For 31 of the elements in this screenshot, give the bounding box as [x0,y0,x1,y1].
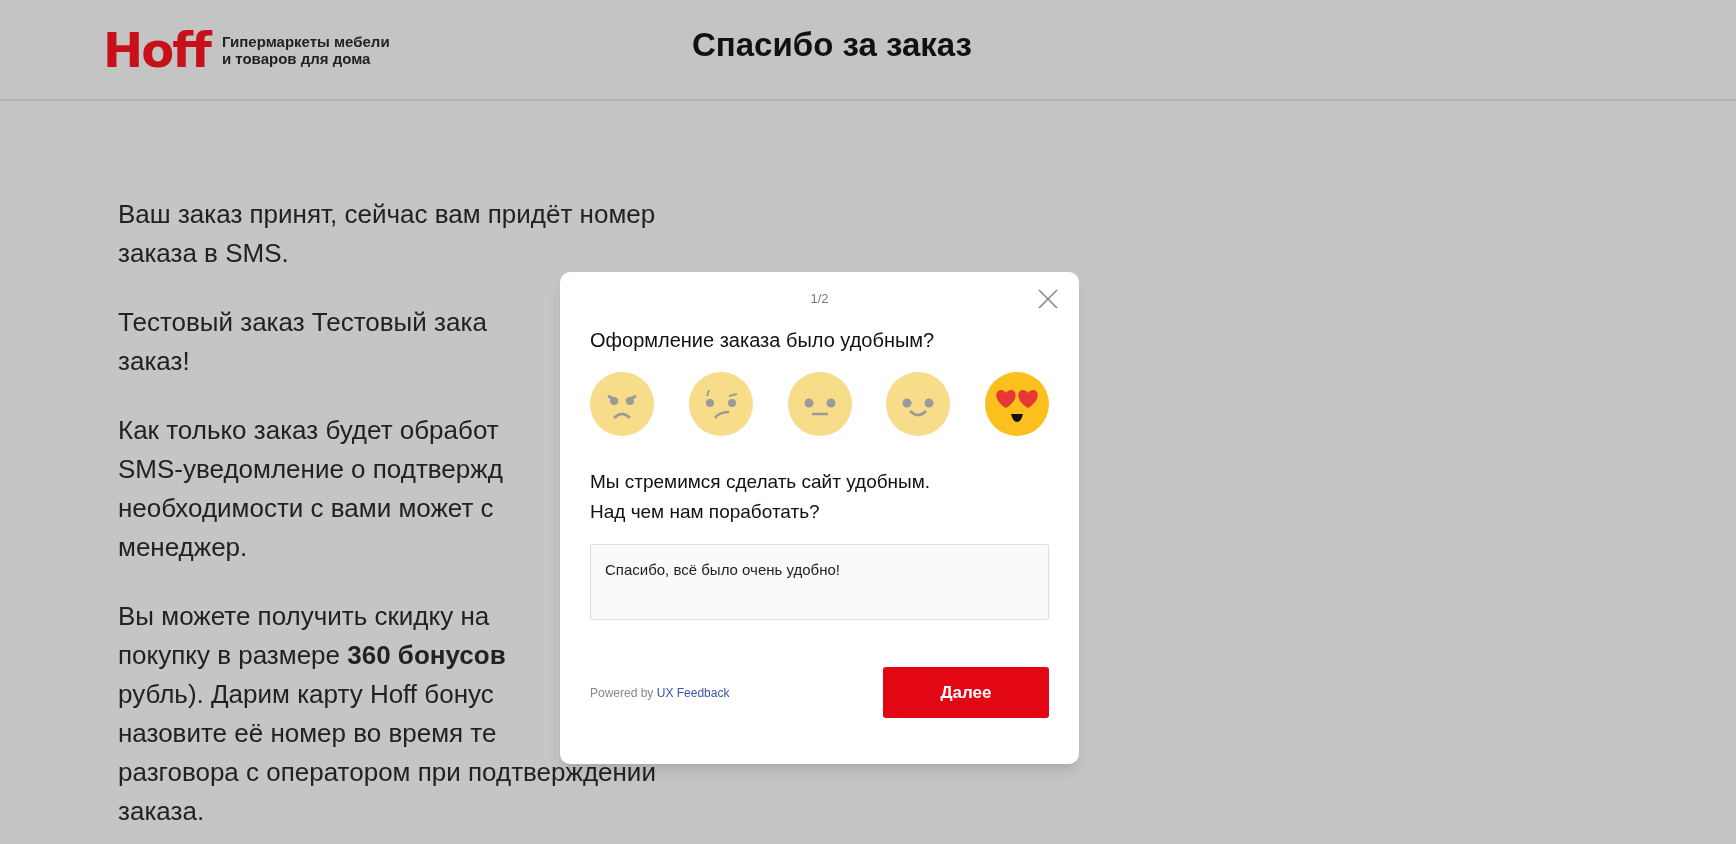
message-line: Как только заказ будет обработ [118,414,499,447]
survey-question: Оформление заказа было удобным? [590,328,936,353]
message-line: назовите её номер во время те [118,717,497,750]
message-line: Вы можете получить скидку на [118,600,490,633]
survey-prompt: Мы стремимся сделать сайт удобным. [590,470,931,494]
emoji-rating-button[interactable] [590,372,654,436]
logo-tagline: Гипермаркеты мебели [221,32,390,50]
message-line: необходимости с вами может с [118,492,494,525]
page-title: Спасибо за заказ [692,28,972,61]
message-line: разговора с оператором при подтверждении [118,756,656,789]
answer-field[interactable]: Спасибо, всё было очень удобно! [590,544,1049,620]
emoji-rating-button[interactable] [787,372,852,436]
message-line: заказ! [118,345,190,378]
message-line: рубль). Дарим карту Hoff бонус [118,678,494,711]
next-button[interactable]: Далее [883,667,1049,718]
emoji-rating-button[interactable] [688,372,753,436]
emoji-rating-button[interactable] [985,372,1049,436]
message-line: Ваш заказ принят, сейчас вам придёт номер [118,198,656,231]
emoji-rating-button[interactable] [886,372,951,436]
survey-prompt: Над чем нам поработать? [590,500,820,524]
message-line: SMS-уведомление о подтвержд [118,453,503,486]
message-line: менеджер. [118,531,248,564]
ux-feedback-link[interactable]: UX Feedback [656,685,730,700]
message-line: заказа в SMS. [118,237,289,270]
message-line: Тестовый заказ Тестовый зака [118,306,487,339]
message-line: покупку в размере 360 бонусов [118,639,506,672]
logo-tagline: и товаров для дома [221,49,372,67]
message-line: заказа. [118,795,205,828]
powered-by-text: Powered by [590,685,654,700]
close-icon[interactable] [1037,288,1059,310]
step-counter: 1/2 [810,289,829,308]
